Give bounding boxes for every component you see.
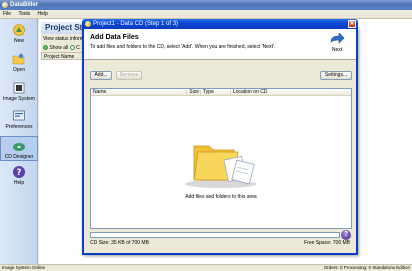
file-list-header: Name Size Type Location on CD — [91, 89, 351, 96]
column-type[interactable]: Type — [201, 90, 231, 95]
dialog-title: Project1 - Data CD (Step 1 of 3) — [93, 21, 179, 27]
add-button[interactable]: Add... — [90, 71, 112, 80]
preferences-icon — [13, 110, 25, 121]
radio-selected-icon — [43, 45, 48, 51]
sidebar-item-label: Preferences — [5, 124, 33, 130]
sidebar-item-image-system[interactable]: Image System — [0, 81, 38, 102]
dialog-description: To add files and folders to the CD, sele… — [90, 44, 276, 50]
next-label: Next — [331, 47, 343, 53]
cd-capacity-bar — [90, 232, 340, 238]
sidebar-item-open[interactable]: Open — [0, 52, 38, 73]
sidebar-item-preferences[interactable]: Preferences — [0, 109, 38, 130]
status-right: Orders: 0 Processing: 0 Standalone Editi… — [323, 265, 410, 270]
new-project-icon — [13, 24, 25, 36]
dialog-heading: Add Data Files — [90, 34, 139, 41]
sidebar-item-cd-designer[interactable]: CD Designer — [0, 136, 38, 161]
cd-designer-icon — [13, 143, 25, 151]
cd-size-text: CD Size: 35 KB of 700 MB — [90, 240, 149, 246]
app-logo-icon — [2, 2, 8, 8]
sidebar: New Open Image System Preferences CD Des… — [0, 19, 38, 264]
column-location[interactable]: Location on CD — [231, 90, 351, 95]
dialog-titlebar[interactable]: Project1 - Data CD (Step 1 of 3) ✕ — [82, 19, 358, 29]
close-button[interactable]: ✕ — [348, 20, 356, 28]
next-arrow-icon — [330, 33, 345, 44]
menu-help[interactable]: Help — [35, 10, 51, 19]
show-all-label: Show all — [49, 45, 69, 51]
help-icon: ? — [13, 166, 25, 178]
sidebar-item-label: Image System — [3, 96, 35, 102]
status-left: Image System Online — [2, 265, 46, 270]
sidebar-item-help[interactable]: ? Help — [0, 165, 38, 186]
file-list[interactable]: Name Size Type Location on CD Add files … — [90, 88, 352, 229]
add-data-files-dialog: Project1 - Data CD (Step 1 of 3) ✕ Add D… — [82, 19, 358, 255]
sidebar-item-label: CD Designer — [4, 154, 34, 160]
dialog-header: Add Data Files To add files and folders … — [84, 29, 356, 60]
help-button[interactable]: ? — [341, 230, 351, 240]
open-folder-icon — [12, 53, 25, 65]
svg-text:?: ? — [16, 168, 21, 178]
free-space-text: Free Space: 700 MB — [304, 240, 350, 246]
empty-folder-illustration-icon — [185, 145, 257, 188]
menu-tools[interactable]: Tools — [15, 10, 33, 19]
remove-button[interactable]: Remove — [116, 71, 142, 80]
menubar: File Tools Help — [0, 10, 412, 19]
app-titlebar: DataBiller — [0, 0, 412, 10]
sidebar-item-label: New — [13, 38, 24, 44]
next-button[interactable]: Next — [326, 33, 348, 57]
column-size[interactable]: Size — [187, 90, 201, 95]
image-system-icon — [13, 82, 25, 94]
sidebar-item-label: Open — [12, 67, 26, 73]
dialog-app-icon — [85, 21, 91, 27]
sidebar-item-new[interactable]: New — [0, 23, 38, 44]
settings-button[interactable]: Settings... — [320, 71, 352, 80]
app-title: DataBiller — [10, 2, 39, 8]
radio-unselected-icon[interactable] — [69, 45, 75, 51]
empty-list-message: Add files and folders to this area — [185, 194, 257, 200]
sidebar-item-label: Help — [13, 180, 25, 186]
menu-file[interactable]: File — [0, 10, 14, 19]
show-other-label: C — [76, 45, 80, 51]
column-name[interactable]: Name — [91, 90, 187, 95]
statusbar: Image System Online Orders: 0 Processing… — [0, 264, 412, 271]
